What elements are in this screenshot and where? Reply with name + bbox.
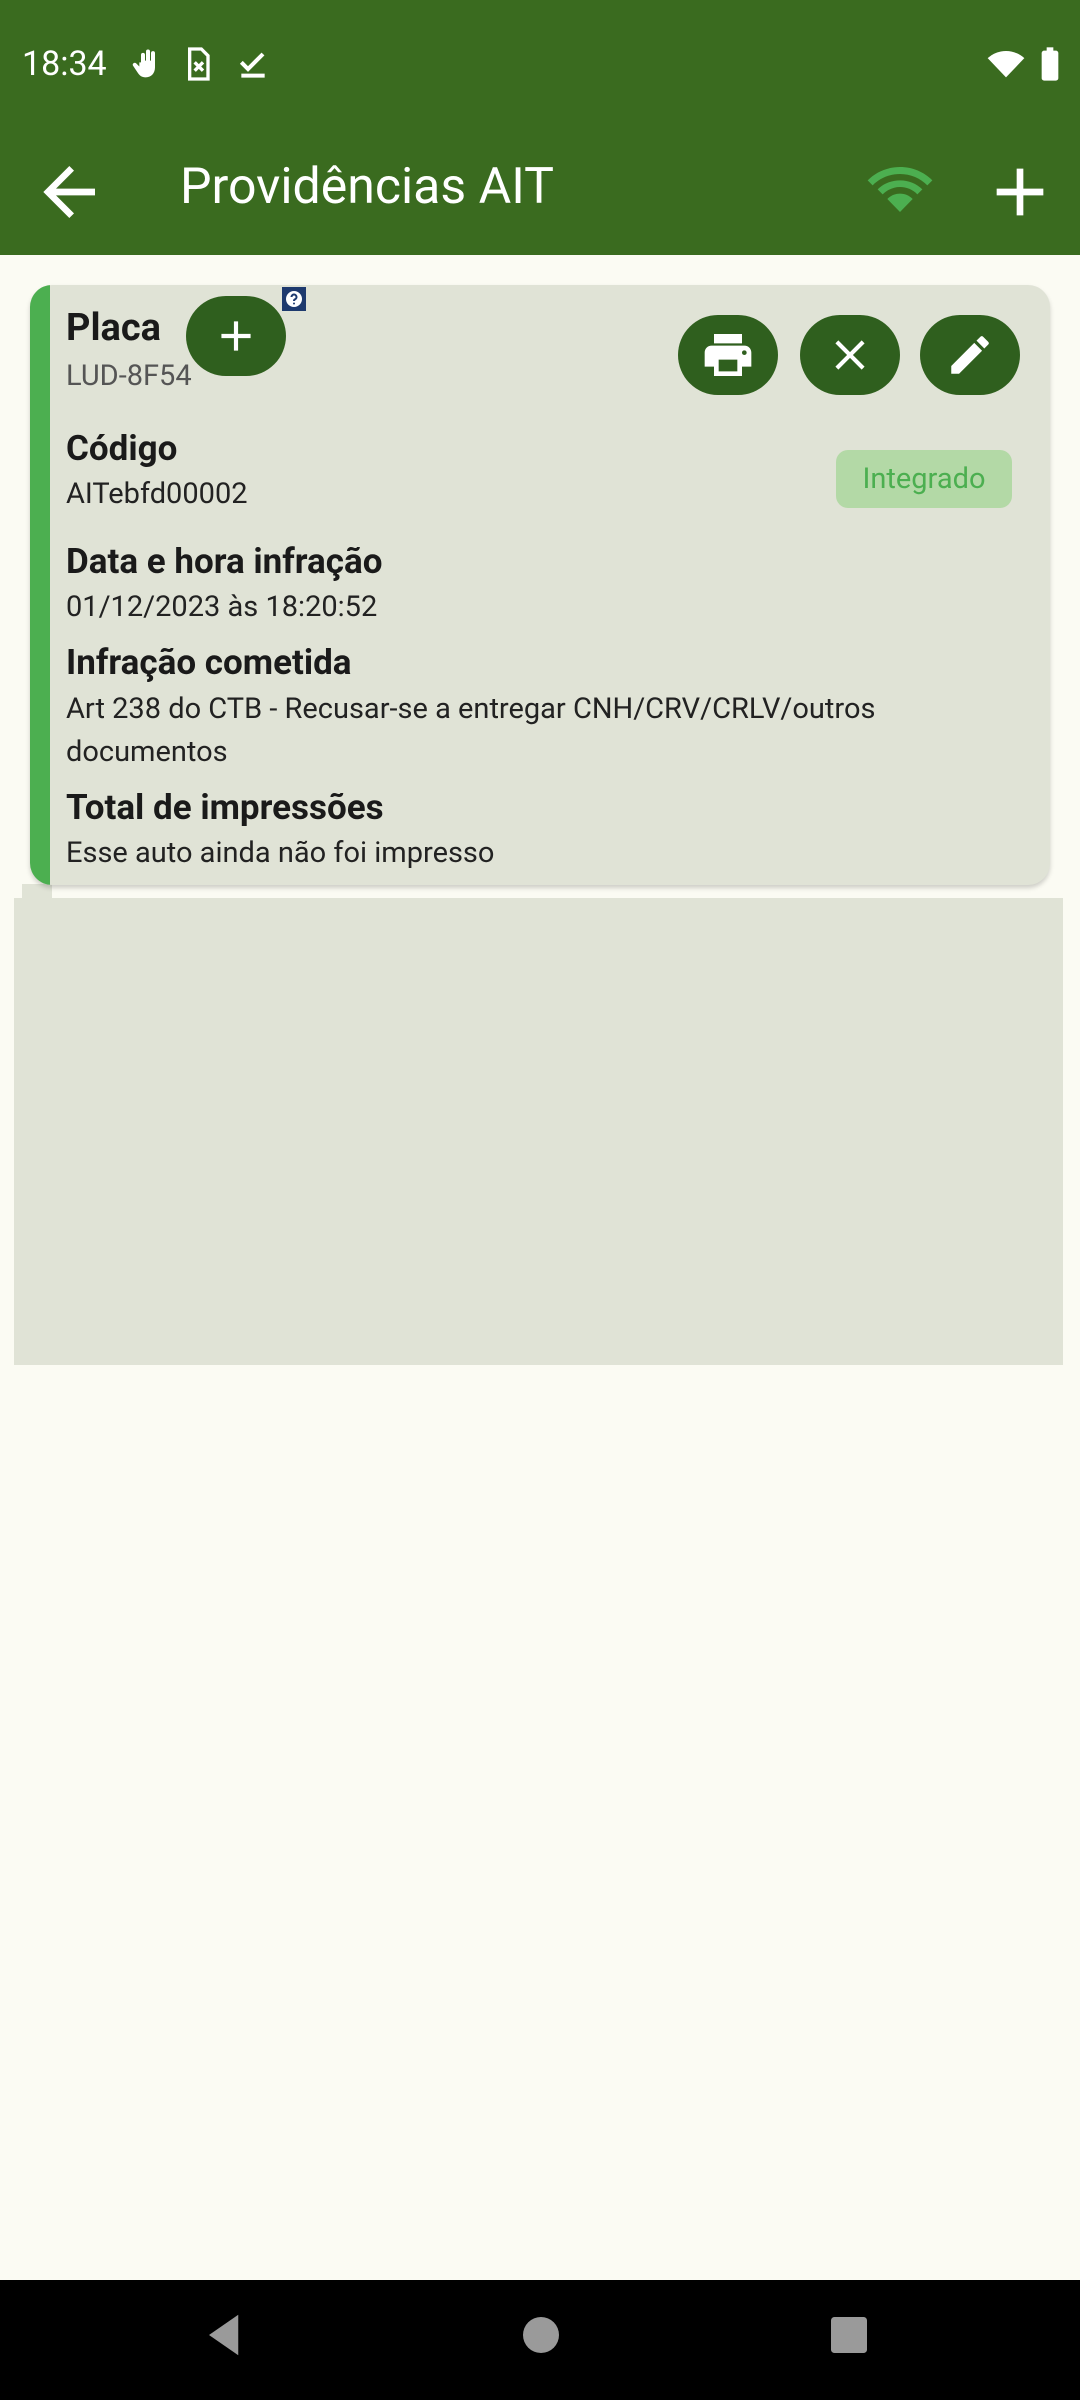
ait-card[interactable]: Placa LUD-8F54 Código AITebfd00002 Integ…: [30, 285, 1050, 885]
edit-icon: [951, 336, 989, 374]
impressoes-value: Esse auto ainda não foi impresso: [66, 836, 495, 870]
nav-home-icon[interactable]: [514, 2308, 568, 2362]
page-title: Providências AIT: [180, 158, 554, 216]
status-badge: Integrado: [836, 450, 1012, 508]
gesture-icon: [132, 49, 155, 78]
nav-back-icon[interactable]: [200, 2308, 254, 2362]
wifi-status-icon[interactable]: [860, 152, 940, 232]
nav-recents-icon[interactable]: [822, 2308, 876, 2362]
print-button[interactable]: [678, 315, 778, 395]
placa-value: LUD-8F54: [66, 359, 192, 393]
infracao-value: Art 238 do CTB - Recusar-se a entregar C…: [66, 692, 876, 769]
check-icon: [239, 52, 265, 78]
placa-label: Placa: [66, 306, 162, 350]
edit-button[interactable]: [920, 315, 1020, 395]
close-icon: [835, 340, 865, 370]
data-hora-value: 01/12/2023 às 18:20:52: [66, 590, 378, 624]
codigo-label: Código: [66, 428, 178, 469]
battery-icon: [1041, 47, 1059, 81]
impressoes-label: Total de impressões: [66, 787, 384, 828]
back-button[interactable]: [30, 152, 110, 232]
system-nav-bar: [0, 2280, 1080, 2400]
print-icon: [704, 334, 752, 376]
help-icon[interactable]: [282, 287, 306, 311]
status-time: 18:34: [22, 44, 107, 84]
data-hora-label: Data e hora infração: [66, 541, 383, 582]
wifi-icon: [987, 51, 1025, 78]
card-accent-bar: [30, 285, 50, 885]
infracao-label: Infração cometida: [66, 642, 352, 683]
add-icon: [221, 321, 251, 351]
status-bar: 18:34: [0, 0, 1080, 130]
app-bar: Providências AIT: [0, 130, 1080, 255]
list-backdrop: [14, 898, 1063, 1365]
sim-error-icon: [188, 47, 210, 81]
add-button[interactable]: [980, 152, 1060, 232]
floating-add-button[interactable]: [186, 296, 286, 376]
codigo-value: AITebfd00002: [66, 477, 248, 511]
cancel-button[interactable]: [800, 315, 900, 395]
